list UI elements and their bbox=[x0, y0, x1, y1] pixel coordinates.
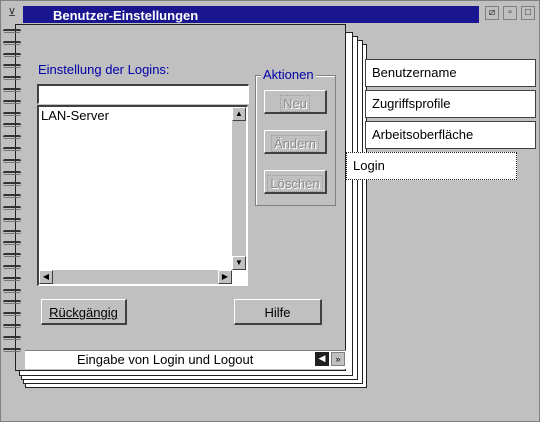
spiral-ring bbox=[3, 347, 21, 352]
spiral-ring bbox=[3, 229, 21, 234]
spiral-ring bbox=[3, 335, 21, 340]
spiral-ring bbox=[3, 64, 21, 69]
tab-zugriffsprofile[interactable]: Zugriffsprofile bbox=[365, 90, 536, 118]
tab-label: Login bbox=[353, 158, 385, 173]
spiral-ring bbox=[3, 29, 21, 33]
undo-button[interactable]: Rückgängig bbox=[41, 299, 127, 325]
status-bar: Eingabe von Login und Logout ◀ » bbox=[25, 350, 346, 369]
spiral-ring bbox=[3, 300, 21, 305]
spiral-ring bbox=[3, 253, 21, 258]
spiral-ring bbox=[3, 111, 21, 116]
help-button-label: Hilfe bbox=[264, 305, 291, 320]
system-menu-icon[interactable]: ⊻ bbox=[5, 6, 19, 21]
spiral-ring bbox=[3, 241, 21, 246]
spiral-ring bbox=[3, 123, 21, 128]
vertical-scrollbar[interactable]: ▲ ▼ bbox=[232, 107, 246, 270]
spiral-ring bbox=[3, 76, 21, 81]
spiral-ring bbox=[3, 217, 21, 222]
spiral-ring bbox=[3, 147, 21, 151]
delete-button-label: Löschen bbox=[267, 175, 323, 192]
maximize-icon[interactable]: □ bbox=[521, 6, 535, 20]
change-button-label: Ändern bbox=[271, 135, 319, 152]
spiral-ring bbox=[3, 52, 21, 57]
spiral-ring bbox=[3, 312, 21, 317]
new-button-label: Neu bbox=[280, 95, 310, 112]
page-back-icon[interactable]: ◀ bbox=[315, 352, 329, 366]
spiral-ring bbox=[3, 324, 21, 328]
horizontal-scrollbar[interactable]: ◀ ▶ bbox=[39, 270, 232, 284]
spiral-ring bbox=[3, 265, 21, 269]
tab-label: Arbeitsoberfläche bbox=[372, 127, 474, 142]
scroll-left-icon[interactable]: ◀ bbox=[39, 270, 53, 284]
spiral-ring bbox=[3, 288, 21, 293]
change-button[interactable]: Ändern bbox=[264, 130, 327, 154]
spiral-ring bbox=[3, 182, 21, 187]
undo-button-label: Rückgängig bbox=[49, 305, 118, 320]
scroll-right-icon[interactable]: ▶ bbox=[218, 270, 232, 284]
login-entry-input[interactable] bbox=[37, 84, 249, 104]
tab-benutzername[interactable]: Benutzername bbox=[365, 59, 536, 87]
scroll-down-icon[interactable]: ▼ bbox=[232, 256, 246, 270]
title-bar-fill: Benutzer-Einstellungen bbox=[23, 6, 479, 23]
spiral-ring bbox=[3, 135, 21, 140]
spiral-ring bbox=[3, 99, 21, 104]
spiral-ring bbox=[3, 40, 21, 45]
tab-label: Zugriffsprofile bbox=[372, 96, 451, 111]
title-bar[interactable]: ⊻ Benutzer-Einstellungen ⧄ ▫ □ bbox=[3, 5, 537, 24]
window-title: Benutzer-Einstellungen bbox=[53, 8, 199, 23]
tab-label: Benutzername bbox=[372, 65, 457, 80]
actions-title: Aktionen bbox=[261, 67, 316, 82]
restore-icon[interactable]: ⧄ bbox=[485, 6, 499, 20]
new-button[interactable]: Neu bbox=[264, 90, 327, 114]
minimize-icon[interactable]: ▫ bbox=[503, 6, 517, 20]
spiral-ring bbox=[3, 88, 21, 92]
delete-button[interactable]: Löschen bbox=[264, 170, 327, 194]
scroll-up-icon[interactable]: ▲ bbox=[232, 107, 246, 121]
spiral-ring bbox=[3, 194, 21, 199]
logins-label: Einstellung der Logins: bbox=[38, 62, 170, 77]
list-item[interactable]: LAN-Server bbox=[41, 108, 109, 123]
spiral-binding bbox=[3, 29, 21, 359]
spiral-ring bbox=[3, 170, 21, 175]
page-forward-icon[interactable]: » bbox=[331, 352, 345, 366]
logins-listbox[interactable]: LAN-Server bbox=[37, 105, 248, 286]
settings-window: ⊻ Benutzer-Einstellungen ⧄ ▫ □ Einstellu… bbox=[0, 0, 540, 422]
help-button[interactable]: Hilfe bbox=[234, 299, 322, 325]
tab-arbeitsoberflaeche[interactable]: Arbeitsoberfläche bbox=[365, 121, 536, 149]
spiral-ring bbox=[3, 158, 21, 163]
tab-login[interactable]: Login bbox=[346, 152, 517, 180]
status-text: Eingabe von Login und Logout bbox=[77, 352, 254, 367]
spiral-ring bbox=[3, 206, 21, 210]
spiral-ring bbox=[3, 276, 21, 281]
